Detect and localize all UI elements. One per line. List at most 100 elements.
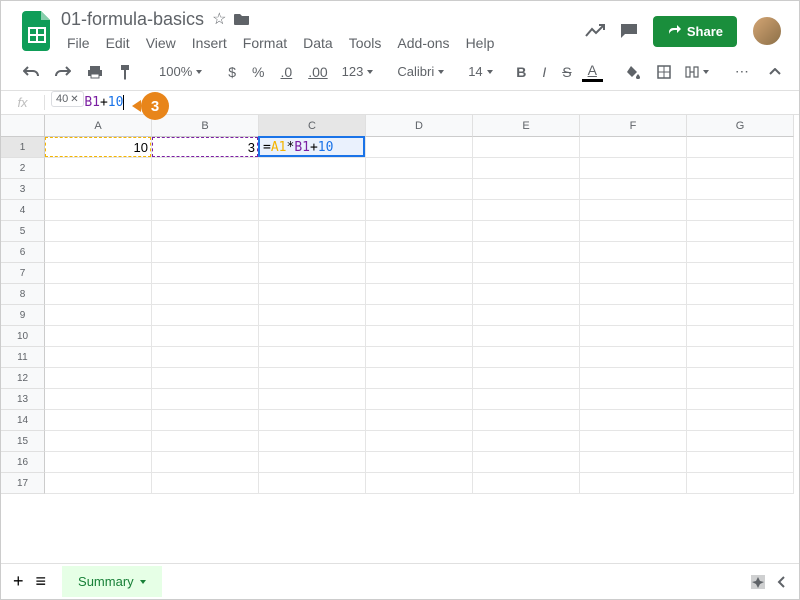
paint-format-icon[interactable] [113, 60, 139, 84]
menu-insert[interactable]: Insert [186, 32, 233, 54]
menu-data[interactable]: Data [297, 32, 339, 54]
cell-F2[interactable] [580, 158, 687, 179]
explore-icon[interactable] [749, 573, 767, 591]
cell-F11[interactable] [580, 347, 687, 368]
cell-F7[interactable] [580, 263, 687, 284]
cell-B4[interactable] [152, 200, 259, 221]
cell-A14[interactable] [45, 410, 152, 431]
menu-edit[interactable]: Edit [100, 32, 136, 54]
cell-A7[interactable] [45, 263, 152, 284]
cell-F8[interactable] [580, 284, 687, 305]
col-header-C[interactable]: C [259, 115, 366, 137]
cell-D13[interactable] [366, 389, 473, 410]
row-header-11[interactable]: 11 [1, 347, 45, 368]
cell-E6[interactable] [473, 242, 580, 263]
cell-G9[interactable] [687, 305, 794, 326]
cell-G13[interactable] [687, 389, 794, 410]
sheet-tab[interactable]: Summary [62, 566, 162, 597]
cell-B1[interactable]: 3 [152, 137, 259, 158]
cell-C7[interactable] [259, 263, 366, 284]
cell-B2[interactable] [152, 158, 259, 179]
cell-E3[interactable] [473, 179, 580, 200]
cell-C2[interactable] [259, 158, 366, 179]
cell-D14[interactable] [366, 410, 473, 431]
cell-B12[interactable] [152, 368, 259, 389]
cell-A9[interactable] [45, 305, 152, 326]
cell-B13[interactable] [152, 389, 259, 410]
cell-C14[interactable] [259, 410, 366, 431]
cell-B9[interactable] [152, 305, 259, 326]
cell-G3[interactable] [687, 179, 794, 200]
menu-format[interactable]: Format [237, 32, 293, 54]
cell-E13[interactable] [473, 389, 580, 410]
row-header-16[interactable]: 16 [1, 452, 45, 473]
cell-C10[interactable] [259, 326, 366, 347]
currency-icon[interactable]: $ [222, 60, 242, 84]
row-header-4[interactable]: 4 [1, 200, 45, 221]
cell-D17[interactable] [366, 473, 473, 494]
number-format-dropdown[interactable]: 123 [338, 62, 378, 81]
print-icon[interactable] [81, 61, 109, 83]
undo-icon[interactable] [17, 61, 45, 83]
cell-C4[interactable] [259, 200, 366, 221]
merge-button[interactable] [681, 64, 713, 80]
percent-icon[interactable]: % [246, 60, 270, 84]
col-header-E[interactable]: E [473, 115, 580, 137]
cell-D1[interactable] [366, 137, 473, 158]
cell-F5[interactable] [580, 221, 687, 242]
decrease-decimal-button[interactable]: .0 [275, 60, 299, 84]
cell-G8[interactable] [687, 284, 794, 305]
cell-B17[interactable] [152, 473, 259, 494]
cell-E8[interactable] [473, 284, 580, 305]
text-color-button[interactable]: A [582, 61, 603, 82]
cell-A13[interactable] [45, 389, 152, 410]
cell-C6[interactable] [259, 242, 366, 263]
cell-D7[interactable] [366, 263, 473, 284]
star-icon[interactable]: ☆ [212, 9, 226, 29]
cell-B10[interactable] [152, 326, 259, 347]
cell-F10[interactable] [580, 326, 687, 347]
cell-E1[interactable] [473, 137, 580, 158]
cell-A5[interactable] [45, 221, 152, 242]
cell-C9[interactable] [259, 305, 366, 326]
doc-title[interactable]: 01-formula-basics [61, 9, 204, 30]
font-size-dropdown[interactable]: 14 [464, 62, 494, 81]
cell-A2[interactable] [45, 158, 152, 179]
cell-E11[interactable] [473, 347, 580, 368]
cell-D5[interactable] [366, 221, 473, 242]
cell-G17[interactable] [687, 473, 794, 494]
cell-A8[interactable] [45, 284, 152, 305]
zoom-dropdown[interactable]: 100% [155, 62, 206, 81]
fill-color-button[interactable] [619, 60, 647, 84]
row-header-6[interactable]: 6 [1, 242, 45, 263]
cell-G5[interactable] [687, 221, 794, 242]
row-header-1[interactable]: 1 [1, 137, 45, 158]
all-sheets-button[interactable]: ≡ [36, 571, 47, 592]
cell-A1[interactable]: 10 [45, 137, 152, 158]
menu-help[interactable]: Help [460, 32, 501, 54]
cell-G10[interactable] [687, 326, 794, 347]
cell-B15[interactable] [152, 431, 259, 452]
cell-C17[interactable] [259, 473, 366, 494]
row-header-13[interactable]: 13 [1, 389, 45, 410]
col-header-G[interactable]: G [687, 115, 794, 137]
avatar[interactable] [751, 15, 783, 47]
cell-C11[interactable] [259, 347, 366, 368]
cell-E2[interactable] [473, 158, 580, 179]
cell-C5[interactable] [259, 221, 366, 242]
cell-D11[interactable] [366, 347, 473, 368]
cell-C12[interactable] [259, 368, 366, 389]
col-header-B[interactable]: B [152, 115, 259, 137]
cell-C3[interactable] [259, 179, 366, 200]
cell-F4[interactable] [580, 200, 687, 221]
cell-B11[interactable] [152, 347, 259, 368]
menu-file[interactable]: File [61, 32, 96, 54]
cell-A6[interactable] [45, 242, 152, 263]
cell-E7[interactable] [473, 263, 580, 284]
cell-B8[interactable] [152, 284, 259, 305]
cell-C8[interactable] [259, 284, 366, 305]
cell-E16[interactable] [473, 452, 580, 473]
cell-B5[interactable] [152, 221, 259, 242]
comments-icon[interactable] [619, 22, 639, 40]
cell-G12[interactable] [687, 368, 794, 389]
